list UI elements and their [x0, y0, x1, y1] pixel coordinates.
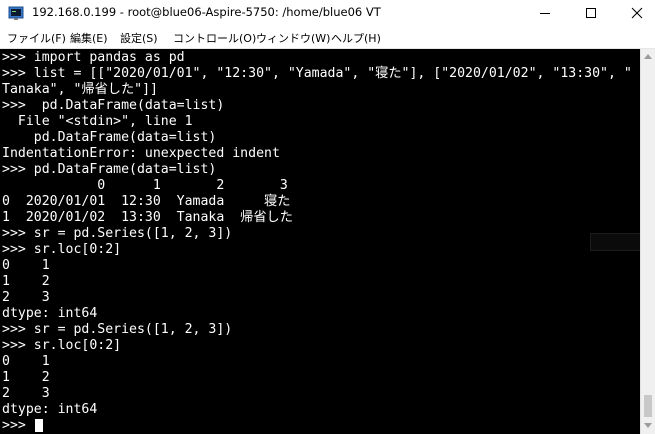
- close-icon: [631, 7, 643, 19]
- scroll-thumb[interactable]: [644, 395, 652, 417]
- terminal-line: 0 1: [2, 354, 50, 369]
- teraterm-icon[interactable]: [8, 5, 24, 21]
- terminal-line: 0 2020/01/01 12:30 Yamada 寝た: [2, 194, 291, 209]
- terminal-line: >>> pd.DataFrame(data=list): [2, 98, 225, 113]
- vertical-scrollbar[interactable]: [640, 49, 655, 434]
- terminal-line: 0 1 2 3: [2, 178, 288, 193]
- scroll-up-icon[interactable]: [644, 54, 652, 59]
- terminal-line: Tanaka", "帰省した"]]: [2, 82, 158, 97]
- terminal-line: 2 3: [2, 386, 50, 401]
- minimize-icon: [540, 13, 550, 14]
- terminal-line: 1 2: [2, 370, 50, 385]
- faint-overlay: [590, 233, 640, 251]
- terminal-line: 1 2020/01/02 13:30 Tanaka 帰省した: [2, 210, 293, 225]
- terminal-line: File "<stdin>", line 1: [2, 114, 193, 129]
- terminal-line: >>> sr = pd.Series([1, 2, 3]): [2, 226, 233, 241]
- minimize-button[interactable]: [522, 0, 568, 26]
- terminal-line: >>> list = [["2020/01/01", "12:30", "Yam…: [2, 66, 632, 81]
- terminal-line: pd.DataFrame(data=list): [2, 130, 217, 145]
- menu-window[interactable]: ウィンドウ(W): [256, 30, 330, 46]
- terminal-line: >>> import pandas as pd: [2, 50, 185, 65]
- title-bar[interactable]: 192.168.0.199 - root@blue06-Aspire-5750:…: [0, 0, 655, 26]
- scroll-down-icon[interactable]: [644, 423, 652, 428]
- terminal-window: 192.168.0.199 - root@blue06-Aspire-5750:…: [0, 0, 655, 434]
- maximize-icon: [586, 8, 596, 18]
- menu-bar: ファイル(F) 編集(E) 設定(S) コントロール(O) ウィンドウ(W) ヘ…: [0, 26, 655, 49]
- close-button[interactable]: [614, 0, 655, 26]
- terminal-line: IndentationError: unexpected indent: [2, 146, 280, 161]
- terminal-cursor: [35, 419, 43, 432]
- menu-settings[interactable]: 設定(S): [120, 30, 158, 46]
- terminal-line: >>> sr.loc[0:2]: [2, 338, 122, 353]
- terminal-line: 2 3: [2, 290, 50, 305]
- terminal-line: dtype: int64: [2, 402, 98, 417]
- terminal-prompt-line: >>>: [2, 418, 34, 433]
- menu-edit[interactable]: 編集(E): [70, 30, 108, 46]
- terminal-line: >>> sr.loc[0:2]: [2, 242, 122, 257]
- terminal-line: >>> sr = pd.Series([1, 2, 3]): [2, 322, 233, 337]
- terminal-line: >>> pd.DataFrame(data=list): [2, 162, 217, 177]
- terminal-screen[interactable]: >>> import pandas as pd >>> list = [["20…: [0, 49, 640, 434]
- terminal-line: 1 2: [2, 274, 50, 289]
- menu-control[interactable]: コントロール(O): [173, 30, 256, 46]
- menu-file[interactable]: ファイル(F): [7, 30, 66, 46]
- terminal-line: 0 1: [2, 258, 50, 273]
- maximize-button[interactable]: [568, 0, 614, 26]
- terminal-line: dtype: int64: [2, 306, 98, 321]
- window-title: 192.168.0.199 - root@blue06-Aspire-5750:…: [32, 5, 381, 19]
- menu-help[interactable]: ヘルプ(H): [331, 30, 381, 46]
